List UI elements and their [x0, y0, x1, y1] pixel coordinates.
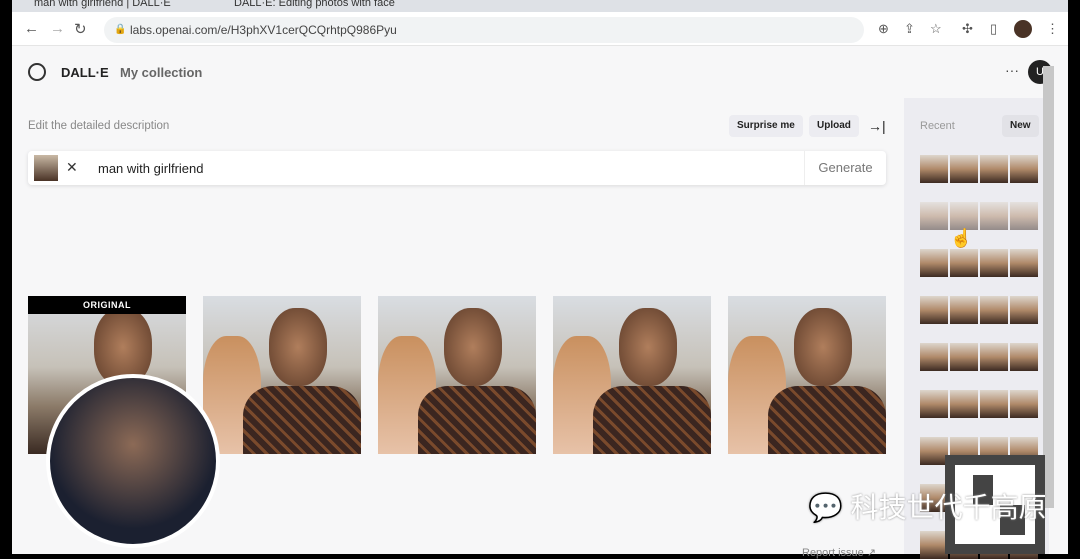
history-thumbnail[interactable] — [920, 296, 948, 324]
app-header: DALL·E My collection ··· U — [12, 46, 1068, 98]
dalle-page: DALL·E My collection ··· U Edit the deta… — [12, 46, 1068, 559]
prompt-input[interactable]: man with girlfriend — [98, 161, 204, 176]
body — [418, 386, 536, 454]
history-thumbnail[interactable] — [920, 437, 948, 465]
recent-label: Recent — [920, 120, 955, 132]
face — [794, 308, 852, 386]
result-image-3[interactable] — [553, 296, 711, 454]
history-thumbnail[interactable] — [980, 390, 1008, 418]
history-thumbnail[interactable] — [920, 531, 948, 559]
face — [444, 308, 502, 386]
history-thumbnail[interactable] — [920, 249, 948, 277]
history-thumbnail[interactable] — [950, 202, 978, 230]
history-thumbnail[interactable] — [950, 155, 978, 183]
prompt-bar: ✕ man with girlfriend Generate — [28, 151, 886, 185]
tab-blog[interactable]: DALL·E: Editing photos with face — [234, 0, 414, 12]
star-icon[interactable]: ☆ — [930, 21, 942, 37]
webcam-overlay — [46, 374, 220, 548]
tab-dalle[interactable]: man with girlfriend | DALL·E — [34, 0, 224, 12]
history-thumbnail[interactable] — [980, 155, 1008, 183]
report-text: Report issue — [802, 547, 864, 559]
lock-icon: 🔒 — [114, 24, 127, 35]
history-thumbnail[interactable] — [1010, 249, 1038, 277]
url-text: labs.openai.com/e/H3phXV1cerQCQrhtpQ986P… — [130, 23, 397, 37]
result-image-2[interactable] — [378, 296, 536, 454]
result-image-4[interactable] — [728, 296, 886, 454]
history-thumbnail[interactable] — [950, 343, 978, 371]
profile-icon[interactable] — [1014, 20, 1032, 38]
openai-logo-icon[interactable] — [28, 63, 46, 81]
face — [619, 308, 677, 386]
history-thumbnail[interactable] — [1010, 202, 1038, 230]
source-image-thumbnail — [34, 155, 58, 181]
upload-button[interactable]: Upload — [809, 115, 859, 137]
history-thumbnail[interactable] — [980, 296, 1008, 324]
install-icon[interactable]: ⊕ — [878, 21, 889, 37]
tab-strip: man with girlfriend | DALL·E DALL·E: Edi… — [12, 0, 1068, 12]
tab-title: man with girlfriend | DALL·E — [34, 0, 171, 9]
history-thumbnail[interactable] — [920, 202, 948, 230]
menu-icon[interactable]: ⋮ — [1046, 21, 1059, 37]
new-button[interactable]: New — [1002, 115, 1039, 137]
scrollbar[interactable] — [1043, 66, 1054, 508]
result-image-1[interactable] — [203, 296, 361, 454]
forward-icon[interactable]: → — [50, 20, 65, 37]
face — [269, 308, 327, 386]
sidepanel-icon[interactable]: ▯ — [990, 21, 997, 37]
history-thumbnail[interactable] — [1010, 296, 1038, 324]
extensions-icon[interactable]: ✣ — [962, 21, 973, 37]
history-thumbnail[interactable] — [950, 390, 978, 418]
report-issue-link[interactable]: Report issue ↗ — [802, 546, 876, 559]
reload-icon[interactable]: ↻ — [74, 20, 87, 38]
history-thumbnail[interactable] — [1010, 390, 1038, 418]
edit-description-label: Edit the detailed description — [28, 120, 170, 132]
history-thumbnail[interactable] — [980, 343, 1008, 371]
history-thumbnail[interactable] — [950, 249, 978, 277]
watermark-text: 科技世代千高原 — [850, 492, 1047, 523]
history-thumbnail[interactable] — [1010, 155, 1038, 183]
history-thumbnail[interactable] — [980, 249, 1008, 277]
body — [593, 386, 711, 454]
body — [768, 386, 886, 454]
brand-link[interactable]: DALL·E — [61, 65, 109, 80]
history-thumbnail[interactable] — [920, 155, 948, 183]
back-icon[interactable]: ← — [24, 20, 39, 37]
history-thumbnail[interactable] — [950, 296, 978, 324]
more-options-button[interactable]: ··· — [1005, 62, 1019, 78]
hand-cursor-icon: ☝ — [950, 228, 973, 248]
collapse-sidebar-icon[interactable]: →| — [868, 118, 886, 134]
wechat-icon: 💬 — [808, 492, 843, 523]
generate-button[interactable]: Generate — [804, 151, 886, 185]
address-bar[interactable]: 🔒 labs.openai.com/e/H3phXV1cerQCQrhtpQ986… — [104, 17, 864, 43]
share-icon[interactable]: ⇪ — [904, 21, 915, 37]
original-tag: ORIGINAL — [28, 296, 186, 314]
my-collection-link[interactable]: My collection — [120, 65, 202, 80]
remove-image-icon[interactable]: ✕ — [66, 159, 78, 176]
history-thumbnail[interactable] — [920, 390, 948, 418]
history-thumbnail[interactable] — [1010, 343, 1038, 371]
history-thumbnail[interactable] — [980, 202, 1008, 230]
body — [243, 386, 361, 454]
surprise-me-button[interactable]: Surprise me — [729, 115, 803, 137]
history-thumbnail[interactable] — [920, 343, 948, 371]
browser-toolbar: ← → ↻ 🔒 labs.openai.com/e/H3phXV1cerQCQrh… — [12, 12, 1068, 46]
tab-title: DALL·E: Editing photos with face — [234, 0, 395, 9]
watermark: 💬 科技世代千高原 — [808, 486, 1047, 526]
